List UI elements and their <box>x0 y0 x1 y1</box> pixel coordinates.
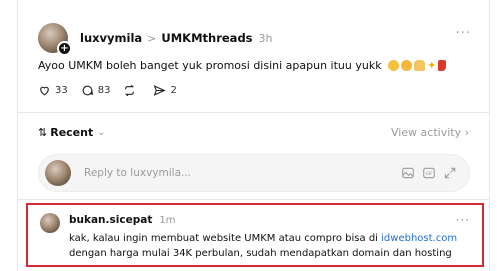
comment-link[interactable]: idwebhost.com <box>381 233 457 244</box>
comment-count: 83 <box>97 85 111 96</box>
view-activity-link[interactable]: View activity › <box>391 126 469 139</box>
hugging-face-icon <box>401 60 413 71</box>
emoji-row: ✦ <box>388 59 447 72</box>
sparkles-icon: ✦ <box>427 59 437 72</box>
community-name[interactable]: UMKMthreads <box>161 31 252 45</box>
comment-time: 1m <box>159 215 176 226</box>
comment-text-end: dengan harga mulai 34K perbulan, sudah m… <box>69 248 452 259</box>
svg-text:GIF: GIF <box>426 171 433 176</box>
expand-icon[interactable] <box>443 166 457 180</box>
comment-text-start: kak, kalau ingin membuat website UMKM at… <box>69 233 382 244</box>
divider <box>18 112 489 113</box>
like-button[interactable]: 33 <box>38 84 68 97</box>
smiling-face-icon <box>388 60 400 71</box>
comment-text: kak, kalau ingin membuat website UMKM at… <box>69 231 479 261</box>
reply-box[interactable]: Reply to luxvymila... GIF <box>38 154 470 192</box>
post-text: Ayoo UMKM boleh banget yuk promosi disin… <box>38 59 447 72</box>
post-time: 3h <box>258 31 273 45</box>
thread-card: + luxvymila > UMKMthreads 3h ··· Ayoo UM… <box>17 0 490 271</box>
chevron-down-icon: ⌄ <box>97 127 106 138</box>
share-button[interactable]: 2 <box>153 84 177 97</box>
post-body: Ayoo UMKM boleh banget yuk promosi disin… <box>38 59 382 72</box>
comment-more-icon[interactable]: ··· <box>456 213 470 227</box>
comment-bubble-icon <box>82 85 93 96</box>
comment-button[interactable]: 83 <box>81 84 111 97</box>
image-icon[interactable] <box>401 166 415 180</box>
reply-comment: bukan.sicepat 1m ··· kak, kalau ingin me… <box>26 203 484 267</box>
post-actions: 33 83 2 <box>38 84 190 97</box>
sort-arrows-icon: ⇅ <box>38 126 48 139</box>
comment-header: bukan.sicepat 1m <box>69 214 175 226</box>
current-user-avatar <box>45 160 71 186</box>
share-count: 2 <box>170 85 177 96</box>
post-username[interactable]: luxvymila <box>80 31 142 45</box>
repost-icon <box>125 84 135 97</box>
gif-icon[interactable]: GIF <box>422 166 436 180</box>
like-count: 33 <box>55 85 68 96</box>
author-avatar[interactable]: + <box>38 23 72 56</box>
reply-tools: GIF <box>401 166 457 180</box>
follow-plus-icon[interactable]: + <box>57 41 72 56</box>
heart-icon <box>40 86 49 96</box>
dancer-icon <box>438 60 447 71</box>
divider <box>18 199 489 200</box>
sort-label: Recent <box>50 126 94 139</box>
post-header: + luxvymila > UMKMthreads 3h <box>38 23 273 56</box>
reply-placeholder[interactable]: Reply to luxvymila... <box>84 167 401 179</box>
breadcrumb-separator-icon: > <box>147 31 157 45</box>
send-icon <box>154 85 167 96</box>
commenter-avatar[interactable] <box>40 213 60 233</box>
repost-button[interactable] <box>123 84 140 97</box>
raised-hands-icon <box>414 60 426 71</box>
comment-username[interactable]: bukan.sicepat <box>69 214 152 226</box>
more-options-icon[interactable]: ··· <box>456 26 471 41</box>
sort-dropdown[interactable]: ⇅ Recent ⌄ <box>38 126 106 139</box>
